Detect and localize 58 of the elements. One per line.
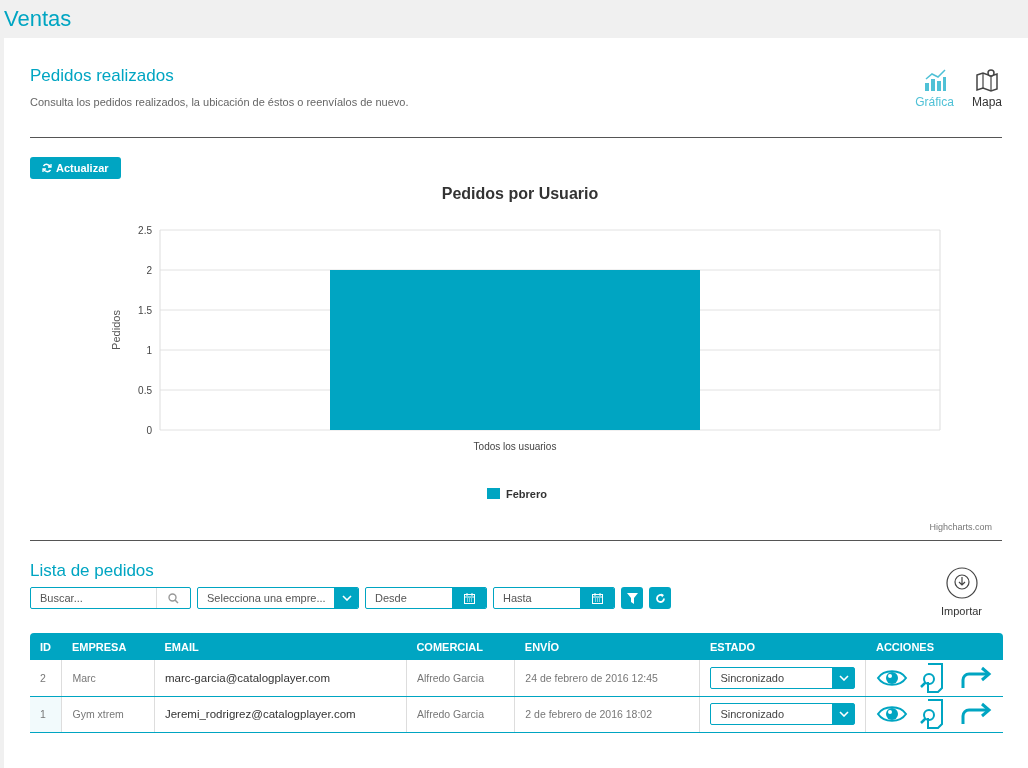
table-cell: Marc (61, 660, 155, 696)
import-button[interactable]: Importar (941, 567, 982, 617)
company-select[interactable]: Selecciona una empre... (197, 587, 359, 609)
search-icon (168, 592, 179, 604)
caret-icon (838, 711, 849, 717)
axis-tick-label: 0 (146, 425, 152, 436)
caret-icon (838, 674, 849, 681)
status-select[interactable]: Sincronizado (710, 703, 856, 725)
axis-tick-label: 2.5 (138, 225, 152, 236)
filter-button[interactable] (621, 587, 643, 609)
eye-icon[interactable] (876, 703, 909, 725)
map-pin-icon (975, 68, 999, 92)
download-icon (945, 567, 978, 599)
table-cell: Gym xtrem (61, 696, 155, 732)
axis-tick-label: 0.5 (138, 385, 152, 396)
axis-tick-label: 2 (146, 265, 152, 276)
axis-title: Pedidos (110, 310, 122, 350)
page-title: Ventas (3, 5, 73, 33)
column-header: ESTADO (699, 633, 866, 660)
refresh-icon (654, 592, 666, 604)
legend-label: Febrero (506, 488, 547, 500)
list-title: Lista de pedidos (30, 561, 155, 581)
refresh-icon (42, 163, 52, 173)
section-title: Pedidos realizados (30, 66, 175, 86)
date-from-field[interactable]: Desde (365, 587, 487, 609)
table-cell: Alfredo Garcia (406, 696, 515, 732)
table-cell: marc-garcia@catalogplayer.com (154, 660, 407, 696)
axis-tick-label: 1.5 (138, 305, 152, 316)
table-cell: 1 (30, 696, 62, 732)
table-cell: Jeremi_rodrigrez@catalogplayer.com (154, 696, 407, 732)
column-header: EMPRESA (61, 633, 155, 660)
caret-icon (341, 595, 352, 601)
axis-tick-label: 1 (146, 345, 152, 356)
view-tab[interactable]: Mapa (971, 68, 1002, 109)
forward-arrow-icon[interactable] (960, 702, 993, 726)
date-to-field[interactable]: Hasta (493, 587, 615, 609)
status-select[interactable]: Sincronizado (710, 666, 856, 689)
reset-button[interactable] (649, 587, 671, 609)
chart-credit: Highcharts.com (929, 522, 992, 532)
chart-title: Pedidos por Usuario (441, 185, 599, 202)
filter-icon (626, 592, 638, 604)
calendar-icon (592, 592, 603, 604)
table-cell: 2 de febrero de 2016 18:02 (514, 696, 700, 732)
column-header: ID (30, 633, 62, 660)
column-header: ENVÍO (514, 633, 700, 660)
bar-chart-icon (922, 68, 947, 92)
table-cell: 2 (30, 660, 62, 696)
legend-swatch (487, 488, 500, 499)
forward-arrow-icon[interactable] (960, 665, 993, 690)
column-header: COMERCIAL (406, 633, 515, 660)
table-cell: Alfredo Garcia (406, 660, 515, 696)
column-header: ACCIONES (865, 633, 1003, 660)
column-header: EMAIL (154, 633, 407, 660)
section-description: Consulta los pedidos realizados, la ubicación de éstos o reenvíalos de nuevo. (30, 96, 409, 108)
search-field[interactable]: Buscar... (30, 587, 191, 609)
calendar-icon (464, 592, 475, 604)
category-label: Todos los usuarios (473, 441, 557, 452)
table-cell: 24 de febrero de 2016 12:45 (514, 660, 700, 696)
